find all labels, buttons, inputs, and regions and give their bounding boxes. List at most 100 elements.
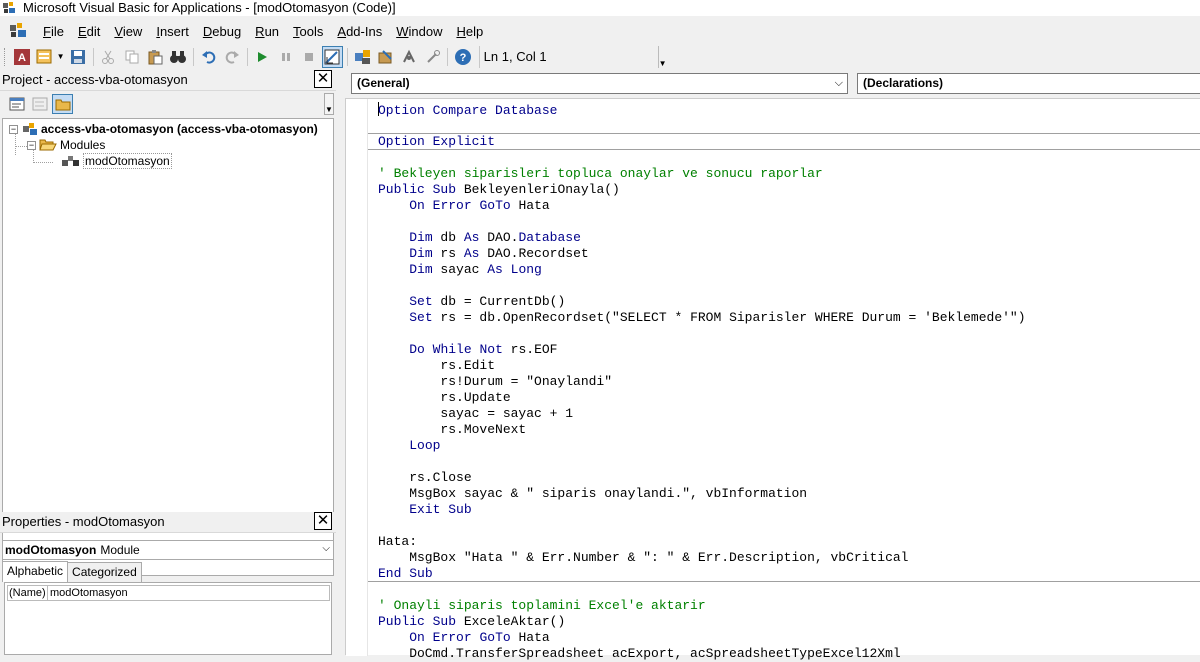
project-toolbar-scroll[interactable]: ▼ <box>324 93 334 115</box>
code-line[interactable]: End Sub <box>368 566 1200 582</box>
code-line[interactable]: ​ <box>378 326 1200 342</box>
code-line[interactable]: Loop <box>378 438 1200 454</box>
code-line[interactable]: rs.MoveNext <box>378 422 1200 438</box>
object-selector[interactable]: modOtomasyon Module ⌵ <box>2 540 334 560</box>
code-line[interactable]: rs.Edit <box>378 358 1200 374</box>
undo-button[interactable] <box>198 46 219 68</box>
view-object-button[interactable] <box>29 94 50 114</box>
code-line[interactable]: ​ <box>378 150 1200 166</box>
code-line[interactable]: On Error GoTo Hata <box>378 630 1200 646</box>
code-line[interactable]: rs.Close <box>378 470 1200 486</box>
code-line[interactable]: sayac = sayac + 1 <box>378 406 1200 422</box>
toolbox-button[interactable] <box>422 46 443 68</box>
code-line[interactable]: ​ <box>378 214 1200 230</box>
code-line[interactable]: Hata: <box>378 534 1200 550</box>
code-line[interactable]: ​ <box>378 454 1200 470</box>
run-button[interactable] <box>252 46 273 68</box>
object-dropdown[interactable]: (General) ⌵ <box>351 73 848 94</box>
code-line[interactable]: rs.Update <box>378 390 1200 406</box>
menu-item-file[interactable]: File <box>36 24 71 39</box>
project-explorer-close-button[interactable]: ✕ <box>314 70 332 88</box>
code-line[interactable]: DoCmd.TransferSpreadsheet acExport, acSp… <box>378 646 1200 662</box>
collapse-toggle[interactable]: − <box>9 124 18 134</box>
code-editor[interactable]: Option Compare Database​Option Explicit​… <box>345 98 1200 661</box>
code-line[interactable]: Option Compare Database <box>378 102 1200 118</box>
margin-indicator-bar[interactable] <box>346 99 368 656</box>
tree-node-modules-folder[interactable]: − Modules <box>27 137 105 153</box>
code-line[interactable]: Option Explicit <box>368 134 1200 150</box>
toolbar-grip[interactable] <box>4 47 7 66</box>
insert-module-button[interactable] <box>34 46 55 68</box>
find-button[interactable] <box>168 46 189 68</box>
toggle-folders-button[interactable] <box>52 94 73 114</box>
code-line[interactable]: Exit Sub <box>378 502 1200 518</box>
menu-label: dd-Ins <box>346 23 383 39</box>
save-button[interactable] <box>68 46 89 68</box>
procedure-dropdown[interactable]: (Declarations) <box>857 73 1200 94</box>
menu-item-edit[interactable]: Edit <box>71 24 107 39</box>
project-explorer-button[interactable] <box>352 46 373 68</box>
code-line[interactable]: Do While Not rs.EOF <box>378 342 1200 358</box>
menu-label: dit <box>86 23 101 39</box>
menu-item-tools[interactable]: Tools <box>286 24 330 39</box>
undo-icon <box>201 50 216 64</box>
code-line[interactable]: MsgBox sayac & " siparis onaylandi.", vb… <box>378 486 1200 502</box>
copy-icon <box>125 50 139 63</box>
properties-close-button[interactable]: ✕ <box>314 512 332 530</box>
tab-categorized[interactable]: Categorized <box>68 562 142 582</box>
properties-window-button[interactable] <box>375 46 396 68</box>
help-button[interactable]: ? <box>452 46 473 68</box>
menu-item-run[interactable]: Run <box>248 24 286 39</box>
menu-item-help[interactable]: Help <box>449 24 490 39</box>
stop-icon <box>305 52 314 61</box>
code-line[interactable]: Dim db As DAO.Database <box>378 230 1200 246</box>
code-line[interactable]: Dim rs As DAO.Recordset <box>378 246 1200 262</box>
view-microsoft-access-button[interactable]: A <box>11 46 32 68</box>
view-code-button[interactable] <box>6 94 27 114</box>
code-line[interactable]: Dim sayac As Long <box>378 262 1200 278</box>
properties-icon <box>378 49 392 63</box>
code-line[interactable]: MsgBox "Hata " & Err.Number & ": " & Err… <box>378 550 1200 566</box>
menu-item-insert[interactable]: Insert <box>149 24 196 39</box>
menu-item-view[interactable]: View <box>107 24 149 39</box>
code-line[interactable]: ​ <box>368 118 1200 134</box>
binoculars-icon <box>170 50 187 63</box>
tree-node-module[interactable]: modOtomasyon <box>61 153 172 169</box>
object-browser-button[interactable] <box>399 46 420 68</box>
tree-node-project[interactable]: − access-vba-otomasyon (access-vba-otoma… <box>9 121 318 137</box>
code-line[interactable]: Public Sub ExceleAktar() <box>378 614 1200 630</box>
cut-button[interactable] <box>98 46 119 68</box>
svg-text:?: ? <box>460 52 467 64</box>
menu-item-add-ins[interactable]: Add-Ins <box>330 24 389 39</box>
redo-button[interactable] <box>221 46 242 68</box>
view-object-icon <box>32 97 47 111</box>
menu-item-window[interactable]: Window <box>389 24 449 39</box>
code-text[interactable]: Option Compare Database​Option Explicit​… <box>368 102 1200 662</box>
code-line[interactable]: ' Bekleyen siparisleri topluca onaylar v… <box>378 166 1200 182</box>
copy-button[interactable] <box>121 46 142 68</box>
property-value[interactable]: modOtomasyon <box>48 586 128 600</box>
module-label: modOtomasyon <box>83 153 172 169</box>
property-row[interactable]: (Name) modOtomasyon <box>7 585 330 601</box>
menu-item-debug[interactable]: Debug <box>196 24 248 39</box>
design-mode-button[interactable] <box>321 45 344 68</box>
menu-accelerator: W <box>396 23 409 39</box>
code-line[interactable]: Set rs = db.OpenRecordset("SELECT * FROM… <box>378 310 1200 326</box>
vba-menu-icon[interactable] <box>8 21 30 41</box>
reset-button[interactable] <box>298 46 319 68</box>
collapse-toggle[interactable]: − <box>27 140 36 150</box>
code-line[interactable]: Set db = CurrentDb() <box>378 294 1200 310</box>
code-line[interactable]: ​ <box>378 278 1200 294</box>
code-line[interactable]: rs!Durum = "Onaylandi" <box>378 374 1200 390</box>
paste-button[interactable] <box>144 46 165 68</box>
tab-alphabetic[interactable]: Alphabetic <box>2 561 69 582</box>
toolbar-options-button[interactable]: ▼ <box>658 45 667 68</box>
code-line[interactable]: ​ <box>378 582 1200 598</box>
break-button[interactable] <box>275 46 296 68</box>
code-line[interactable]: ​ <box>378 518 1200 534</box>
insert-dropdown-arrow[interactable]: ▼ <box>57 52 65 61</box>
code-line[interactable]: Public Sub BekleyenleriOnayla() <box>378 182 1200 198</box>
code-line[interactable]: ' Onayli siparis toplamini Excel'e aktar… <box>378 598 1200 614</box>
project-explorer-toolbar: ▼ <box>0 92 336 116</box>
code-line[interactable]: On Error GoTo Hata <box>378 198 1200 214</box>
